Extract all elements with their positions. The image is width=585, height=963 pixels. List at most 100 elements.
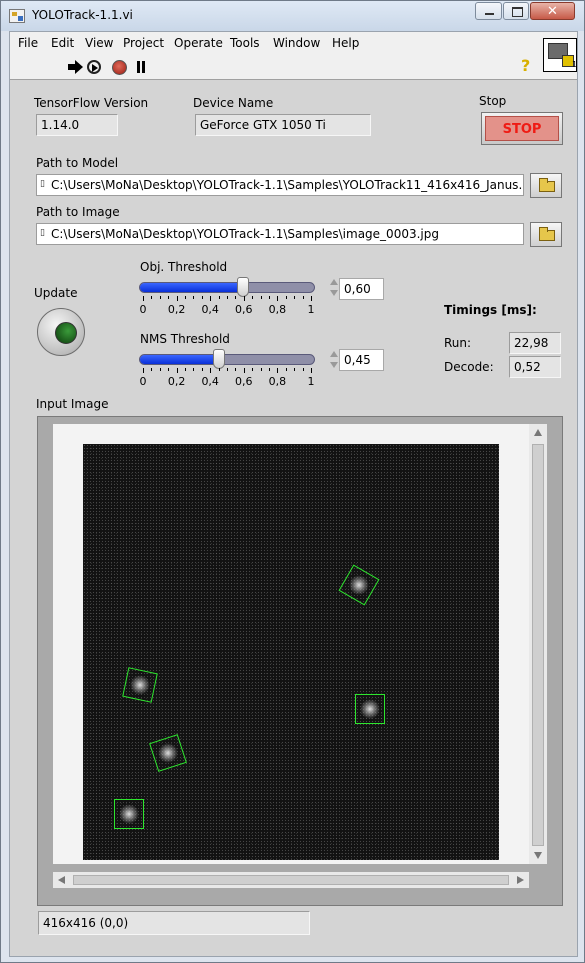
slider-minor-tick — [151, 296, 153, 299]
slider-minor-tick — [218, 368, 220, 371]
slider-minor-tick — [218, 296, 220, 299]
obj-threshold-slider[interactable] — [139, 282, 315, 293]
update-label: Update — [34, 286, 78, 300]
slider-tick-label: 0 — [139, 375, 147, 388]
context-help-icon[interactable]: ? — [521, 56, 530, 75]
close-button[interactable]: ✕ — [530, 2, 575, 20]
slider-minor-tick — [185, 368, 186, 371]
slider-minor-tick — [227, 368, 228, 371]
scroll-left-icon[interactable] — [58, 876, 65, 884]
close-icon: ✕ — [547, 4, 558, 19]
run-continuously-icon[interactable] — [87, 60, 101, 74]
detection-box — [338, 564, 380, 606]
slider-minor-tick — [185, 296, 186, 299]
timings-title: Timings [ms]: — [444, 303, 537, 317]
slider-minor-tick — [252, 368, 254, 371]
obj-threshold-value[interactable]: 0,60 — [339, 278, 384, 300]
menu-project[interactable]: Project — [123, 36, 164, 50]
slider-tick — [176, 296, 178, 301]
slider-minor-tick — [168, 368, 170, 371]
image-info-status: 416x416 (0,0) — [38, 911, 310, 935]
slider-minor-tick — [260, 296, 262, 299]
tensorflow-version-label: TensorFlow Version — [34, 96, 149, 110]
slider-tick-label: 0,6 — [235, 375, 253, 388]
update-led-icon — [55, 322, 77, 344]
detection-box — [114, 799, 144, 829]
slider-minor-tick — [227, 296, 228, 299]
slider-tick — [311, 296, 312, 301]
folder-icon — [539, 227, 555, 241]
slider-tick-label: 1 — [307, 303, 315, 316]
slider-tick-label: 0,2 — [167, 375, 186, 388]
slider-tick — [243, 368, 245, 373]
path-browse-glyph-icon: ▯ — [40, 228, 45, 238]
obj-threshold-label: Obj. Threshold — [140, 260, 228, 274]
stop-button-text: STOP — [485, 116, 559, 141]
stop-label: Stop — [479, 94, 507, 108]
menu-window[interactable]: Window — [273, 36, 320, 50]
slider-minor-tick — [285, 368, 287, 371]
minimize-button[interactable] — [475, 2, 502, 20]
slider-minor-tick — [168, 296, 170, 299]
slider-minor-tick — [159, 368, 161, 371]
slider-tick — [143, 368, 144, 373]
pause-icon[interactable] — [136, 61, 146, 73]
model-path-input[interactable]: ▯ C:\Users\MoNa\Desktop\YOLOTrack-1.1\Sa… — [36, 174, 524, 196]
menu-operate[interactable]: Operate — [174, 36, 223, 50]
labview-vi-icon — [9, 9, 25, 23]
scroll-up-icon[interactable] — [534, 429, 542, 436]
slider-minor-tick — [159, 296, 161, 299]
menu-file[interactable]: File — [18, 36, 38, 50]
input-image-display — [37, 416, 563, 906]
slider-minor-tick — [285, 296, 287, 299]
slider-tick-label: 0,2 — [167, 303, 186, 316]
scroll-right-icon[interactable] — [517, 876, 524, 884]
menu-bar: File Edit View Project Operate Tools Win… — [10, 32, 577, 54]
run-arrow-icon[interactable] — [67, 59, 83, 75]
run-time-indicator: 22,98 — [509, 332, 561, 354]
slider-tick-label: 0,4 — [201, 303, 219, 316]
horizontal-scroll-thumb[interactable] — [73, 875, 509, 885]
nms-threshold-thumb[interactable] — [212, 349, 225, 369]
slider-tick — [210, 368, 212, 373]
slider-tick — [277, 368, 279, 373]
obj-threshold-thumb[interactable] — [237, 277, 250, 297]
device-name-indicator: GeForce GTX 1050 Ti — [195, 114, 371, 136]
slider-minor-tick — [260, 368, 262, 371]
vertical-scrollbar[interactable] — [529, 424, 547, 864]
scroll-down-icon[interactable] — [534, 852, 542, 859]
nms-threshold-label: NMS Threshold — [140, 332, 230, 346]
nms-threshold-slider[interactable] — [139, 354, 315, 365]
browse-image-button[interactable] — [530, 222, 562, 247]
slider-tick-label: 0,6 — [235, 303, 253, 316]
vertical-scroll-thumb[interactable] — [532, 444, 544, 846]
menu-tools[interactable]: Tools — [230, 36, 260, 50]
browse-model-button[interactable] — [530, 173, 562, 198]
model-path-value: C:\Users\MoNa\Desktop\YOLOTrack-1.1\Samp… — [51, 178, 524, 192]
menu-help[interactable]: Help — [332, 36, 359, 50]
abort-execution-icon[interactable] — [112, 60, 127, 75]
image-path-input[interactable]: ▯ C:\Users\MoNa\Desktop\YOLOTrack-1.1\Sa… — [36, 223, 524, 245]
nms-threshold-value[interactable]: 0,45 — [339, 349, 384, 371]
input-image-label: Input Image — [36, 397, 109, 411]
stop-button[interactable]: STOP — [481, 112, 563, 145]
front-panel: File Edit View Project Operate Tools Win… — [9, 31, 578, 957]
decode-time-label: Decode: — [444, 360, 494, 374]
model-path-label: Path to Model — [36, 156, 119, 170]
update-button[interactable] — [37, 308, 85, 356]
slider-minor-tick — [302, 296, 304, 299]
run-time-label: Run: — [444, 336, 472, 350]
maximize-button[interactable] — [503, 2, 529, 20]
slider-minor-tick — [252, 296, 254, 299]
menu-view[interactable]: View — [85, 36, 113, 50]
slider-tick — [176, 368, 178, 373]
title-bar: YOLOTrack-1.1.vi ✕ — [1, 1, 584, 31]
device-name-label: Device Name — [193, 96, 274, 110]
slider-tick — [311, 368, 312, 373]
slider-tick-label: 1 — [307, 375, 315, 388]
slider-tick — [243, 296, 245, 301]
horizontal-scrollbar[interactable] — [53, 872, 529, 888]
detection-box — [355, 694, 385, 724]
menu-edit[interactable]: Edit — [51, 36, 74, 50]
slider-minor-tick — [235, 296, 237, 299]
